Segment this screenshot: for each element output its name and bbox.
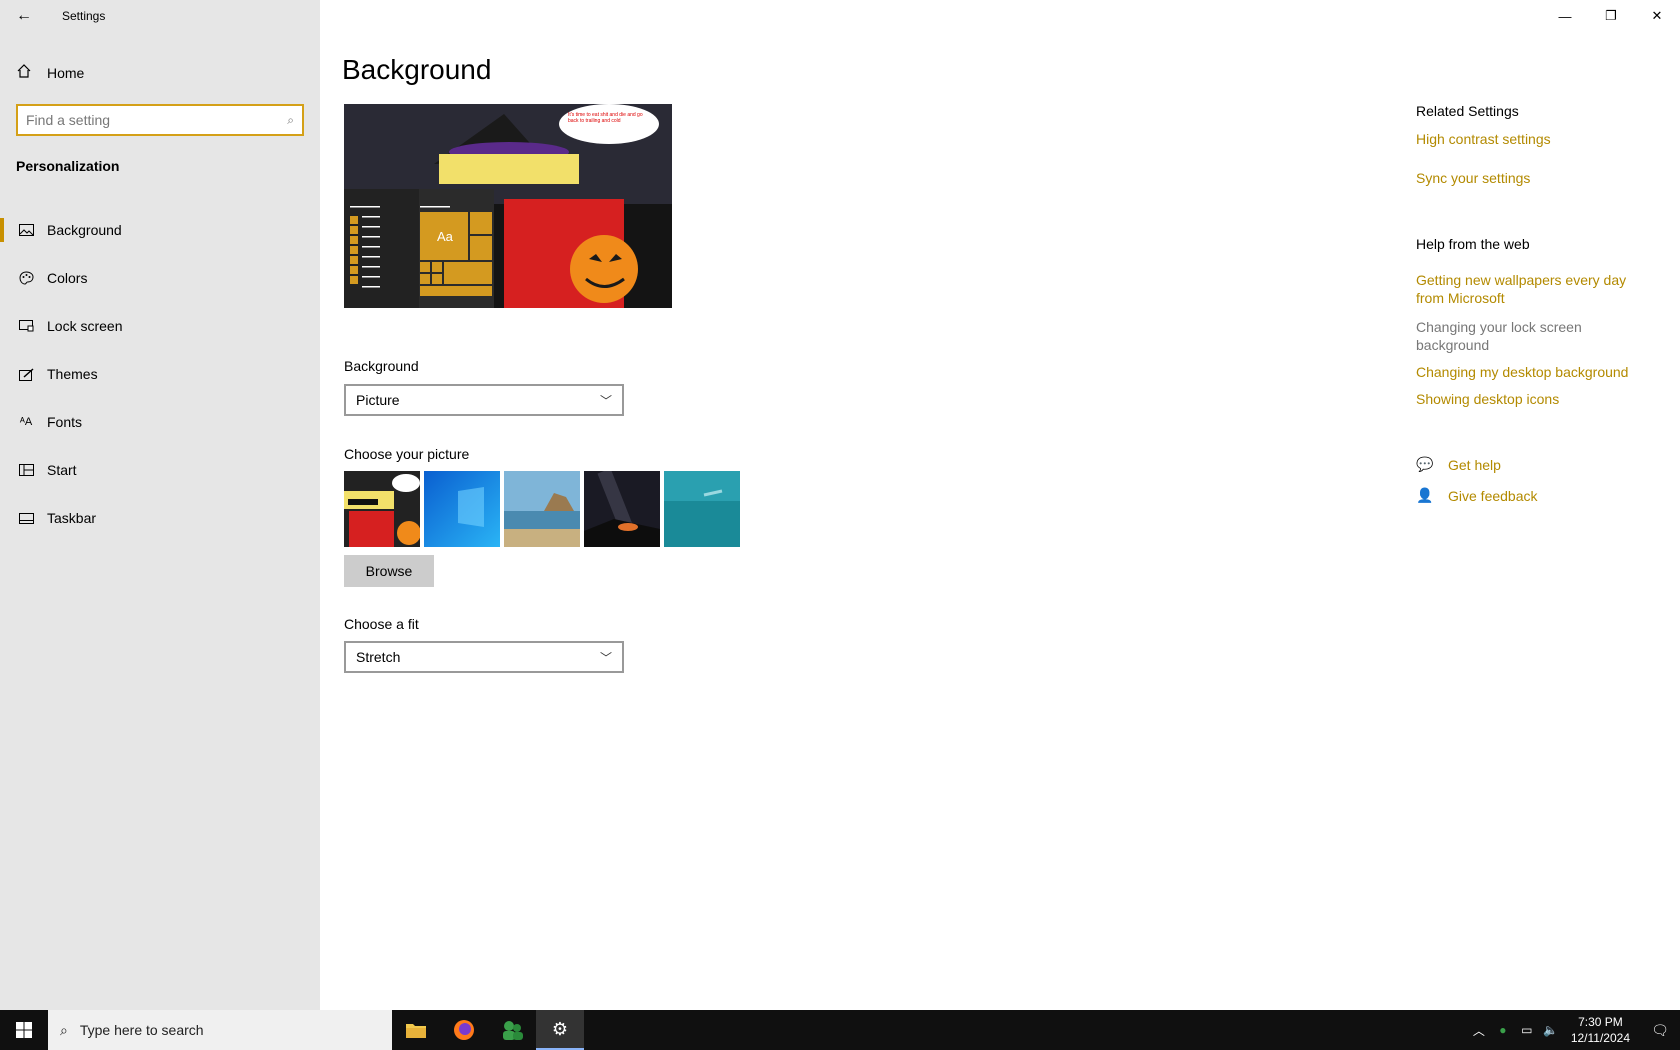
feedback-icon: 👤 [1416, 487, 1434, 503]
sidebar-item-label: Start [47, 462, 77, 478]
sidebar-item-colors[interactable]: Colors [0, 254, 320, 302]
firefox-icon [454, 1020, 474, 1040]
choose-fit-label: Choose a fit [344, 616, 419, 632]
sidebar-item-label: Fonts [47, 414, 83, 430]
clock-time: 7:30 PM [1578, 1015, 1623, 1029]
brush-icon [16, 367, 36, 381]
back-button[interactable]: ← [0, 0, 48, 32]
wallpapers-help-link[interactable]: Getting new wallpapers every day from Mi… [1416, 271, 1646, 307]
taskbar-settings[interactable]: ⚙ [536, 1010, 584, 1050]
picture-thumbnail-windows-blue[interactable] [424, 471, 500, 547]
sidebar-item-start[interactable]: Start [0, 446, 320, 494]
search-input[interactable] [26, 112, 288, 128]
sidebar-item-label: Colors [47, 270, 88, 286]
chevron-down-icon: ﹀ [599, 393, 612, 408]
section-header: Personalization [16, 158, 120, 174]
background-type-dropdown[interactable]: Picture ﹀ [344, 384, 624, 416]
sidebar-item-themes[interactable]: Themes [0, 350, 320, 398]
sidebar-item-lock-screen[interactable]: Lock screen [0, 302, 320, 350]
get-help-link[interactable]: 💬 Get help [1416, 456, 1501, 473]
start-icon [16, 464, 36, 476]
browse-button[interactable]: Browse [344, 555, 434, 587]
chevron-up-icon[interactable]: ︿ [1467, 1022, 1491, 1039]
choose-picture-label: Choose your picture [344, 446, 470, 462]
background-type-value: Picture [356, 392, 400, 408]
people-icon [503, 1021, 523, 1040]
sidebar-item-fonts[interactable]: ᴬA Fonts [0, 398, 320, 446]
search-icon: ⌕ [60, 1021, 68, 1038]
taskbar-search[interactable]: ⌕ Type here to search [48, 1010, 392, 1050]
choose-fit-dropdown[interactable]: Stretch ﹀ [344, 641, 624, 673]
sidebar-item-label: Taskbar [47, 510, 97, 526]
help-from-web-heading: Help from the web [1416, 236, 1530, 252]
clock-date: 12/11/2024 [1570, 1031, 1630, 1045]
home-icon [16, 63, 36, 83]
volume-icon[interactable]: 🔈 [1539, 1023, 1563, 1037]
sync-settings-link[interactable]: Sync your settings [1416, 169, 1646, 187]
picture-thumbnail-underwater[interactable] [664, 471, 740, 547]
app-title: Settings [62, 9, 106, 23]
picture-thumbnail-night-sky[interactable] [584, 471, 660, 547]
gear-icon: ⚙ [551, 1018, 569, 1039]
back-arrow-icon: ← [16, 7, 32, 24]
lock-screen-help-link[interactable]: Changing your lock screen background [1416, 318, 1646, 354]
main-content: Background Aa It's time to eat shit and … [320, 0, 1680, 1010]
find-setting-search[interactable]: ⌕ [16, 104, 304, 136]
folder-icon [406, 1024, 426, 1038]
sidebar-item-taskbar[interactable]: Taskbar [0, 494, 320, 542]
taskbar-search-placeholder: Type here to search [79, 1022, 204, 1038]
background-type-label: Background [344, 358, 419, 374]
sidebar-item-background[interactable]: Background [0, 206, 320, 254]
desktop-preview: Aa It's time to eat shit and die and go … [344, 104, 672, 308]
people-tray-icon[interactable]: ● [1491, 1023, 1515, 1037]
desktop-background-help-link[interactable]: Changing my desktop background [1416, 363, 1646, 381]
taskbar-file-explorer[interactable] [392, 1010, 440, 1050]
taskbar-people-app[interactable] [488, 1010, 536, 1050]
picture-icon [16, 224, 36, 236]
sidebar-item-label: Background [47, 222, 122, 238]
high-contrast-link[interactable]: High contrast settings [1416, 130, 1646, 148]
clock[interactable]: 7:30 PM 12/11/2024 [1571, 1014, 1630, 1046]
sidebar-item-label: Lock screen [47, 318, 123, 334]
fit-value: Stretch [356, 649, 401, 665]
get-help-label: Get help [1448, 456, 1501, 473]
system-tray: ︿ ● ▭ 🔈 7:30 PM 12/11/2024 🗨 [1467, 1010, 1680, 1050]
preview-speech-bubble-text: It's time to eat shit and die and go bac… [568, 112, 643, 124]
chat-help-icon: 💬 [1416, 456, 1434, 472]
title-bar: ← Settings [0, 0, 320, 32]
home-label: Home [47, 65, 85, 81]
font-icon: ᴬA [19, 416, 33, 428]
preview-tile-label: Aa [437, 229, 453, 244]
picture-thumbnail-beach[interactable] [504, 471, 580, 547]
nav-list: Background Colors Lock screen Themes ᴬA … [0, 206, 320, 542]
taskbar-firefox[interactable] [440, 1010, 488, 1050]
taskbar-icon [16, 512, 36, 524]
picture-thumbnails [344, 471, 740, 547]
wallpaper-preview-image [344, 104, 672, 308]
start-button[interactable] [0, 1010, 48, 1050]
sidebar: ← Settings Home ⌕ Personalization Backgr… [0, 0, 320, 1010]
desktop-icons-help-link[interactable]: Showing desktop icons [1416, 390, 1646, 408]
give-feedback-label: Give feedback [1448, 487, 1538, 504]
search-icon: ⌕ [287, 112, 294, 127]
notification-icon[interactable]: 🗨 [1640, 1022, 1680, 1039]
give-feedback-link[interactable]: 👤 Give feedback [1416, 487, 1538, 504]
palette-icon [16, 271, 36, 285]
sidebar-item-label: Themes [47, 366, 98, 382]
chevron-down-icon: ﹀ [599, 650, 612, 665]
windows-logo-icon [16, 1022, 32, 1038]
related-settings-heading: Related Settings [1416, 103, 1519, 119]
picture-thumbnail-cartoon[interactable] [344, 471, 420, 547]
lock-screen-icon [16, 320, 36, 332]
network-icon[interactable]: ▭ [1515, 1023, 1539, 1037]
page-title: Background [342, 54, 492, 85]
home-link[interactable]: Home [0, 56, 320, 90]
taskbar: ⌕ Type here to search ⚙ ︿ ● ▭ 🔈 7:30 PM … [0, 1010, 1680, 1050]
